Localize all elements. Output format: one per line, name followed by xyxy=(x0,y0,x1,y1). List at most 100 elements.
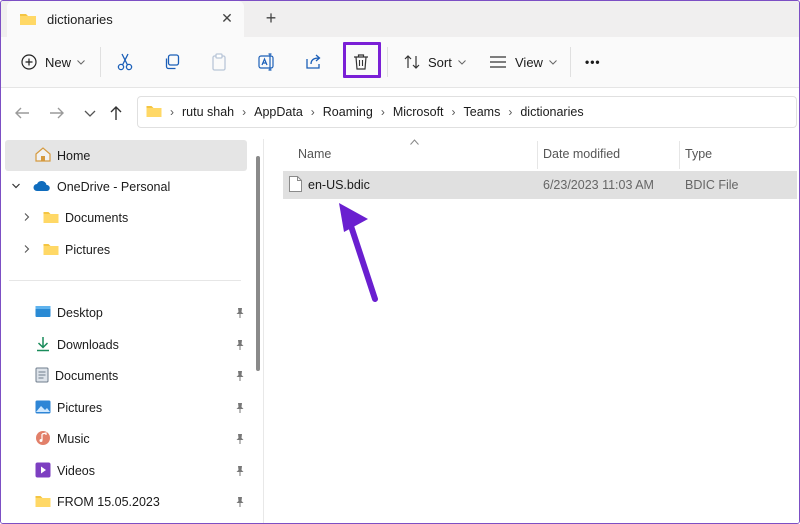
document-icon xyxy=(35,367,49,386)
chevron-down-icon xyxy=(77,59,85,65)
pin-icon[interactable] xyxy=(235,496,245,511)
folder-icon xyxy=(146,104,162,121)
new-label: New xyxy=(45,54,72,70)
download-icon xyxy=(35,336,51,355)
clipboard-icon xyxy=(211,53,227,71)
pin-icon[interactable] xyxy=(235,433,245,448)
plus-circle-icon xyxy=(21,54,37,70)
sidebar-divider xyxy=(9,280,241,281)
breadcrumb-separator: › xyxy=(451,105,456,119)
new-button[interactable]: New xyxy=(21,37,85,87)
file-list: Name Date modified Type en-US.bdic 6/23/… xyxy=(264,139,799,523)
toolbar-divider xyxy=(570,47,571,77)
tab-strip: dictionaries ✕ + xyxy=(1,1,799,37)
music-icon xyxy=(35,430,51,449)
breadcrumb-item[interactable]: dictionaries xyxy=(520,105,583,119)
sidebar-item-downloads[interactable]: Downloads xyxy=(35,330,119,360)
sort-label: Sort xyxy=(428,54,452,70)
chevron-right-icon[interactable] xyxy=(23,211,31,225)
breadcrumb-item[interactable]: rutu shah xyxy=(182,105,234,119)
folder-icon xyxy=(43,210,59,227)
toolbar-divider xyxy=(100,47,101,77)
sidebar-item-label: OneDrive - Personal xyxy=(57,180,171,194)
sidebar-item-home[interactable]: Home xyxy=(35,141,90,171)
breadcrumb-separator: › xyxy=(508,105,513,119)
sidebar-item-label: Documents xyxy=(65,211,129,225)
folder-icon xyxy=(35,494,51,511)
more-options-button[interactable]: ••• xyxy=(585,37,601,87)
chevron-down-icon[interactable] xyxy=(11,180,21,194)
sidebar-item-label: Pictures xyxy=(65,243,111,257)
navigation-pane: Home OneDrive - Personal Documents Pictu… xyxy=(1,139,263,523)
back-arrow-icon[interactable] xyxy=(13,104,31,122)
picture-icon xyxy=(35,400,51,417)
breadcrumb-separator: › xyxy=(170,105,174,119)
breadcrumb-separator: › xyxy=(242,105,247,119)
sidebar-item-pictures[interactable]: Pictures xyxy=(35,393,102,423)
rename-icon xyxy=(258,53,276,71)
sidebar-item-label: Documents xyxy=(55,369,119,383)
sidebar-item-onedrive-documents[interactable]: Documents xyxy=(23,203,128,233)
sidebar-item-from-15-05-2023[interactable]: FROM 15.05.2023 xyxy=(35,487,160,517)
chevron-down-icon xyxy=(549,59,557,65)
paste-button[interactable] xyxy=(211,37,227,87)
copy-button[interactable] xyxy=(164,37,180,87)
sidebar-item-onedrive-pictures[interactable]: Pictures xyxy=(23,235,110,265)
view-button[interactable]: View xyxy=(489,37,557,87)
breadcrumb-item[interactable]: AppData xyxy=(254,105,303,119)
pin-icon[interactable] xyxy=(235,339,245,354)
tab-title: dictionaries xyxy=(47,12,113,27)
sidebar-scrollbar[interactable] xyxy=(256,156,260,371)
command-bar: New Sort View ••• xyxy=(1,37,799,88)
pin-icon[interactable] xyxy=(235,465,245,480)
sidebar-item-desktop[interactable]: Desktop xyxy=(35,298,103,328)
annotation-arrow xyxy=(339,203,378,302)
up-arrow-icon[interactable] xyxy=(107,104,125,122)
sidebar-item-label: Desktop xyxy=(57,306,103,320)
forward-arrow-icon[interactable] xyxy=(48,104,66,122)
pin-icon[interactable] xyxy=(235,307,245,322)
breadcrumb: › rutu shah › AppData › Roaming › Micros… xyxy=(146,97,584,127)
sidebar-item-label: Home xyxy=(57,149,91,163)
tab-dictionaries[interactable]: dictionaries ✕ xyxy=(7,1,244,37)
video-icon xyxy=(35,462,51,481)
sidebar-item-documents[interactable]: Documents xyxy=(35,361,118,391)
breadcrumb-item[interactable]: Microsoft xyxy=(393,105,444,119)
breadcrumb-separator: › xyxy=(310,105,315,119)
sort-arrows-icon xyxy=(404,54,420,70)
recent-locations-chevron-icon[interactable] xyxy=(81,104,99,122)
cut-button[interactable] xyxy=(117,37,133,87)
close-tab-icon[interactable]: ✕ xyxy=(219,9,235,27)
sidebar-item-label: FROM 15.05.2023 xyxy=(57,495,160,509)
file-explorer-window: dictionaries ✕ + New Sort View ••• › rut… xyxy=(0,0,800,524)
share-icon xyxy=(305,54,323,70)
navigation-bar: › rutu shah › AppData › Roaming › Micros… xyxy=(1,88,799,138)
new-tab-button[interactable]: + xyxy=(263,9,279,27)
chevron-down-icon xyxy=(457,59,466,65)
sidebar-item-videos[interactable]: Videos xyxy=(35,456,95,486)
copy-icon xyxy=(164,54,180,70)
address-bar[interactable]: › rutu shah › AppData › Roaming › Micros… xyxy=(137,96,797,128)
breadcrumb-item[interactable]: Teams xyxy=(464,105,501,119)
pin-icon[interactable] xyxy=(235,402,245,417)
list-view-icon xyxy=(489,55,507,69)
sidebar-item-label: Pictures xyxy=(57,401,103,415)
breadcrumb-separator: › xyxy=(380,105,385,119)
sidebar-item-label: Videos xyxy=(57,464,95,478)
share-button[interactable] xyxy=(305,37,323,87)
desktop-icon xyxy=(35,305,51,322)
sidebar-item-label: Downloads xyxy=(57,338,119,352)
breadcrumb-item[interactable]: Roaming xyxy=(323,105,373,119)
folder-icon xyxy=(19,11,37,30)
scissors-icon xyxy=(117,53,133,71)
home-icon xyxy=(35,147,51,165)
chevron-right-icon[interactable] xyxy=(23,243,31,257)
rename-button[interactable] xyxy=(258,37,276,87)
cloud-icon xyxy=(33,180,51,195)
sidebar-item-onedrive[interactable]: OneDrive - Personal xyxy=(11,172,170,202)
sort-button[interactable]: Sort xyxy=(404,37,466,87)
folder-icon xyxy=(43,242,59,259)
sidebar-item-music[interactable]: Music xyxy=(35,424,90,454)
pin-icon[interactable] xyxy=(235,370,245,385)
toolbar-divider xyxy=(387,47,388,77)
